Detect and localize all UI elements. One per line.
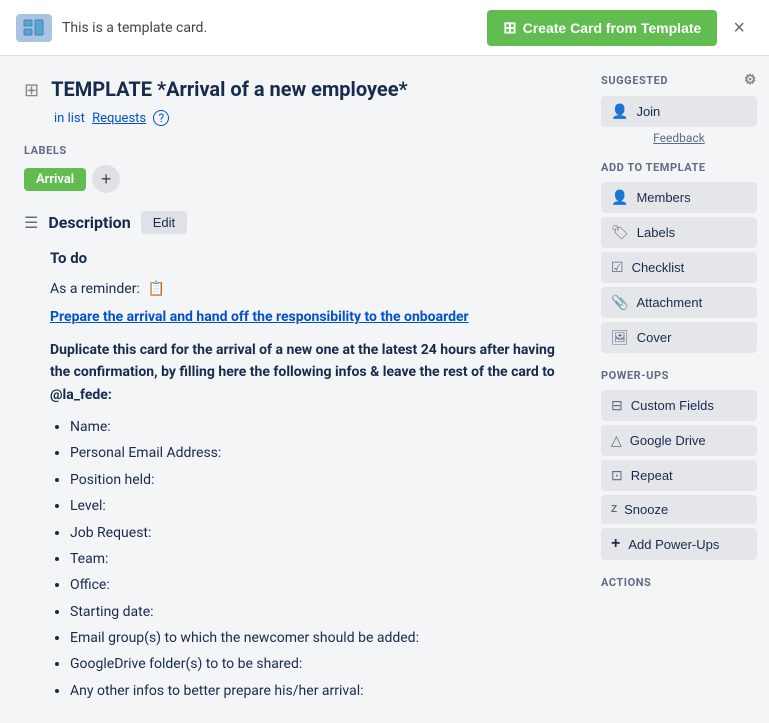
banner-text: This is a template card. <box>62 20 207 36</box>
gear-icon[interactable]: ⚙ <box>744 72 757 88</box>
actions-heading: ACTIONS <box>601 576 757 589</box>
add-powerup-label: Add Power-Ups <box>628 537 719 552</box>
label-arrival[interactable]: Arrival <box>24 168 86 191</box>
list-item: Any other infos to better prepare his/he… <box>70 680 565 702</box>
reminder-link[interactable]: Prepare the arrival and hand off the res… <box>50 306 469 328</box>
snooze-button[interactable]: ZSnooze <box>601 495 757 524</box>
template-card-icon <box>16 14 52 42</box>
labels-heading: LABELS <box>24 144 565 157</box>
list-item: Position held: <box>70 469 565 491</box>
repeat-button[interactable]: ⊡Repeat <box>601 460 757 491</box>
add-to-template-section: ADD TO TEMPLATE 👤Members 🏷Labels ☑Checklis… <box>601 161 757 353</box>
power-ups-buttons: ⊟Custom Fields △Google Drive ⊡Repeat ZSnooz… <box>601 390 757 524</box>
power-ups-section: POWER-UPS ⊟Custom Fields △Google Drive ⊡Re… <box>601 369 757 560</box>
custom-fields-button[interactable]: ⊟Custom Fields <box>601 390 757 421</box>
description-title: Description <box>48 213 130 232</box>
add-to-template-heading: ADD TO TEMPLATE <box>601 161 757 174</box>
card-title: TEMPLATE *Arrival of a new employee* <box>51 76 408 102</box>
banner-left: This is a template card. <box>16 14 207 42</box>
description-section: ☰ Description Edit To do As a reminder: … <box>24 211 565 702</box>
members-button[interactable]: 👤Members <box>601 182 757 213</box>
list-item: Office: <box>70 574 565 596</box>
close-button[interactable]: × <box>725 14 753 42</box>
help-icon[interactable]: ? <box>153 110 169 126</box>
description-content: To do As a reminder: 📋 Prepare the arriv… <box>50 246 565 702</box>
checklist-icon: ☑ <box>611 259 624 276</box>
edit-description-button[interactable]: Edit <box>141 211 187 234</box>
list-item: Name: <box>70 416 565 438</box>
list-link[interactable]: Requests <box>92 111 146 126</box>
add-power-ups-button[interactable]: + Add Power-Ups <box>601 528 757 560</box>
create-card-button[interactable]: ⊞ Create Card from Template <box>487 10 717 46</box>
list-item: GoogleDrive folder(s) to to be shared: <box>70 653 565 675</box>
feedback-link[interactable]: Feedback <box>601 131 757 145</box>
add-to-template-buttons: 👤Members 🏷Labels ☑Checklist 📎Attachment 🖼Cov… <box>601 182 757 353</box>
labels-row: Arrival + <box>24 165 565 193</box>
repeat-icon: ⊡ <box>611 467 623 484</box>
suggested-heading: SUGGESTED ⚙ <box>601 72 757 88</box>
card-title-area: ⊞ TEMPLATE *Arrival of a new employee* <box>24 76 565 102</box>
duplicate-instruction: Duplicate this card for the arrival of a… <box>50 339 565 406</box>
attachment-icon: 📎 <box>611 294 628 311</box>
labels-button[interactable]: 🏷Labels <box>601 217 757 248</box>
todo-heading: To do <box>50 246 565 270</box>
list-item: Starting date: <box>70 601 565 623</box>
card-type-icon: ⊞ <box>24 80 39 101</box>
cover-button[interactable]: 🖼Cover <box>601 322 757 353</box>
modal-right: SUGGESTED ⚙ 👤 Join Feedback ADD TO TEMPL… <box>589 56 769 723</box>
attachment-button[interactable]: 📎Attachment <box>601 287 757 318</box>
reminder-line: As a reminder: 📋 Prepare the arrival and… <box>50 278 565 329</box>
info-list: Name: Personal Email Address: Position hel… <box>70 416 565 702</box>
modal: ⊞ TEMPLATE *Arrival of a new employee* i… <box>0 56 769 723</box>
members-icon: 👤 <box>611 189 628 206</box>
description-icon: ☰ <box>24 213 38 232</box>
suggested-section: SUGGESTED ⚙ 👤 Join Feedback <box>601 72 757 145</box>
description-header: ☰ Description Edit <box>24 211 565 234</box>
list-item: Personal Email Address: <box>70 442 565 464</box>
power-ups-heading: POWER-UPS <box>601 369 757 382</box>
cover-icon: 🖼 <box>611 329 629 346</box>
reminder-emoji: 📋 <box>148 278 165 300</box>
join-icon: 👤 <box>611 103 628 120</box>
card-subtitle: in list Requests ? <box>54 110 565 126</box>
list-item: Team: <box>70 548 565 570</box>
banner-right: ⊞ Create Card from Template × <box>487 10 753 46</box>
create-icon: ⊞ <box>503 18 516 38</box>
create-btn-label: Create Card from Template <box>523 20 702 36</box>
labels-icon: 🏷 <box>611 224 629 241</box>
list-item: Job Request: <box>70 522 565 544</box>
snooze-icon: Z <box>611 504 616 515</box>
labels-section: LABELS Arrival + <box>24 144 565 193</box>
top-banner: This is a template card. ⊞ Create Card f… <box>0 0 769 56</box>
google-drive-button[interactable]: △Google Drive <box>601 425 757 456</box>
add-label-button[interactable]: + <box>92 165 120 193</box>
custom-fields-icon: ⊟ <box>611 397 623 414</box>
list-item: Email group(s) to which the newcomer sho… <box>70 627 565 649</box>
join-button[interactable]: 👤 Join <box>601 96 757 127</box>
modal-left: ⊞ TEMPLATE *Arrival of a new employee* i… <box>0 56 589 723</box>
reminder-prefix: As a reminder: <box>50 278 140 300</box>
add-powerup-icon: + <box>611 535 620 553</box>
join-label: Join <box>636 104 660 119</box>
checklist-button[interactable]: ☑Checklist <box>601 252 757 283</box>
list-item: Level: <box>70 495 565 517</box>
actions-section: ACTIONS <box>601 576 757 589</box>
google-drive-icon: △ <box>611 432 622 449</box>
